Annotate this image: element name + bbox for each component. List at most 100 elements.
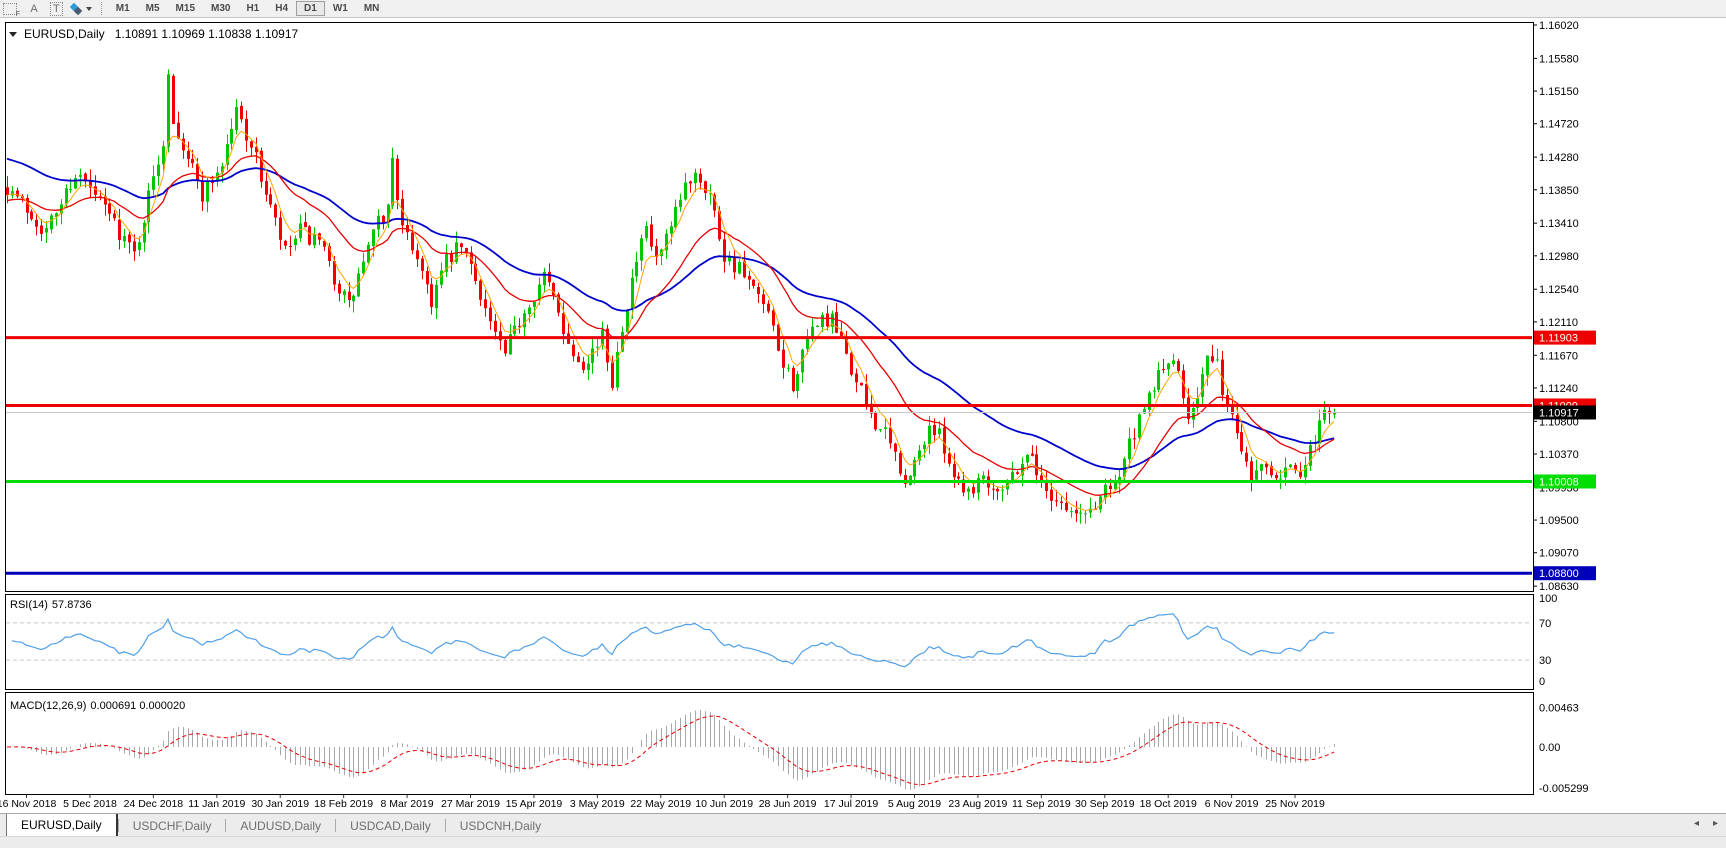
candle-body <box>1075 510 1078 514</box>
price-axis-labels: 1.160201.155801.151501.147201.142801.138… <box>1533 20 1579 593</box>
candle-body <box>1153 390 1156 391</box>
price-tick-label: 1.13850 <box>1539 185 1579 197</box>
candle-body <box>772 310 775 325</box>
candle-body <box>1065 503 1068 510</box>
candle-body <box>582 362 585 370</box>
candle-body <box>118 220 121 240</box>
candle-body <box>1050 490 1053 501</box>
candle-body <box>1192 408 1195 420</box>
candle-body <box>230 129 233 144</box>
rsi-panel[interactable] <box>6 595 1534 690</box>
date-tick-label: 24 Dec 2018 <box>124 798 184 810</box>
candle-body <box>782 350 785 368</box>
date-tick-label: 27 Mar 2019 <box>441 798 500 810</box>
candle-body <box>1250 461 1253 480</box>
tab-scroll-right-icon[interactable]: ▸ <box>1713 818 1718 829</box>
rsi-scale-label: 0 <box>1539 676 1545 688</box>
candle-body <box>523 313 526 327</box>
candle-body <box>855 374 858 383</box>
candle-body <box>635 262 638 277</box>
candle-body <box>94 186 97 195</box>
candle-body <box>1060 502 1063 503</box>
candle-body <box>650 225 653 247</box>
tab-scroll-buttons: ◂ ▸ <box>1694 818 1718 829</box>
candle-body <box>1211 356 1214 361</box>
date-tick-label: 5 Dec 2018 <box>63 798 117 810</box>
candle-body <box>548 272 551 282</box>
candle-body <box>240 106 243 119</box>
candle-body <box>1128 438 1131 459</box>
price-tick-label: 1.15150 <box>1539 86 1579 98</box>
price-tick-label: 1.11670 <box>1539 350 1578 362</box>
candle-body <box>884 427 887 429</box>
candle-body <box>670 226 673 233</box>
candle-body <box>1084 513 1087 514</box>
rsi-name: RSI(14) <box>10 599 48 611</box>
candle-body <box>943 427 946 453</box>
tab-scroll-left-icon[interactable]: ◂ <box>1694 818 1699 829</box>
rsi-indicator-label: RSI(14)57.8736 <box>10 599 96 611</box>
macd-panel[interactable] <box>6 693 1534 795</box>
candle-body <box>289 246 292 247</box>
candle-body <box>674 207 677 227</box>
candle-body <box>1162 369 1165 370</box>
chart-symbol-label: EURUSD,Daily <box>24 27 105 41</box>
candle-body <box>348 292 351 300</box>
candle-body <box>796 374 799 391</box>
candle-body <box>504 340 507 353</box>
candle-body <box>460 243 463 247</box>
candle-body <box>1216 359 1219 360</box>
candle-body <box>416 250 419 259</box>
candle-body <box>1201 374 1204 397</box>
candle-body <box>1079 513 1082 514</box>
candle-body <box>113 214 116 219</box>
chart-dropdown-icon[interactable] <box>9 32 17 37</box>
candle-body <box>484 299 487 308</box>
candle-body <box>30 212 33 220</box>
chart-tab-usdchf[interactable]: USDCHF,Daily <box>119 814 226 837</box>
candle-body <box>1148 393 1151 410</box>
price-tick-label: 1.10370 <box>1539 449 1579 461</box>
candle-body <box>1284 468 1287 478</box>
price-tick-label: 1.09070 <box>1539 548 1579 560</box>
chart-tab-usdcnh[interactable]: USDCNH,Daily <box>446 814 555 837</box>
candle-body <box>367 245 370 263</box>
candle-body <box>1167 364 1170 370</box>
candle-body <box>35 220 38 227</box>
candle-body <box>923 445 926 449</box>
chart-canvas[interactable]: 1.160201.155801.151501.147201.142801.138… <box>0 0 1726 813</box>
macd-scale-label: 0.00463 <box>1539 703 1579 715</box>
candle-body <box>533 302 536 307</box>
candle-body <box>528 308 531 315</box>
date-tick-label: 11 Sep 2019 <box>1012 798 1071 810</box>
candle-body <box>308 226 311 244</box>
candle-body <box>167 74 170 147</box>
macd-indicator-label: MACD(12,26,9)0.000691 0.000020 <box>10 700 189 712</box>
candle-body <box>372 229 375 246</box>
candle-body <box>1089 508 1092 512</box>
chart-tab-usdcad[interactable]: USDCAD,Daily <box>336 814 445 837</box>
chart-tab-eurusd[interactable]: EURUSD,Daily <box>6 814 118 837</box>
candle-body <box>1016 472 1019 474</box>
candle-body <box>1240 432 1243 451</box>
date-tick-label: 11 Jan 2019 <box>188 798 245 810</box>
candle-body <box>177 123 180 139</box>
candle-body <box>879 429 882 430</box>
price-tick-label: 1.12540 <box>1539 284 1579 296</box>
candle-body <box>1172 360 1175 364</box>
candle-body <box>787 368 790 369</box>
candle-body <box>723 239 726 261</box>
candle-body <box>313 234 316 245</box>
candle-body <box>343 291 346 295</box>
candle-body <box>362 262 365 274</box>
candle-body <box>933 425 936 435</box>
chart-tab-audusd[interactable]: AUDUSD,Daily <box>226 814 335 837</box>
date-tick-label: 6 Nov 2019 <box>1205 798 1259 810</box>
candle-body <box>982 475 985 478</box>
candle-body <box>11 191 14 195</box>
candle-body <box>821 315 824 327</box>
candle-body <box>835 312 838 333</box>
candle-body <box>684 183 687 200</box>
candle-body <box>1187 397 1190 419</box>
candle-body <box>1226 395 1229 405</box>
